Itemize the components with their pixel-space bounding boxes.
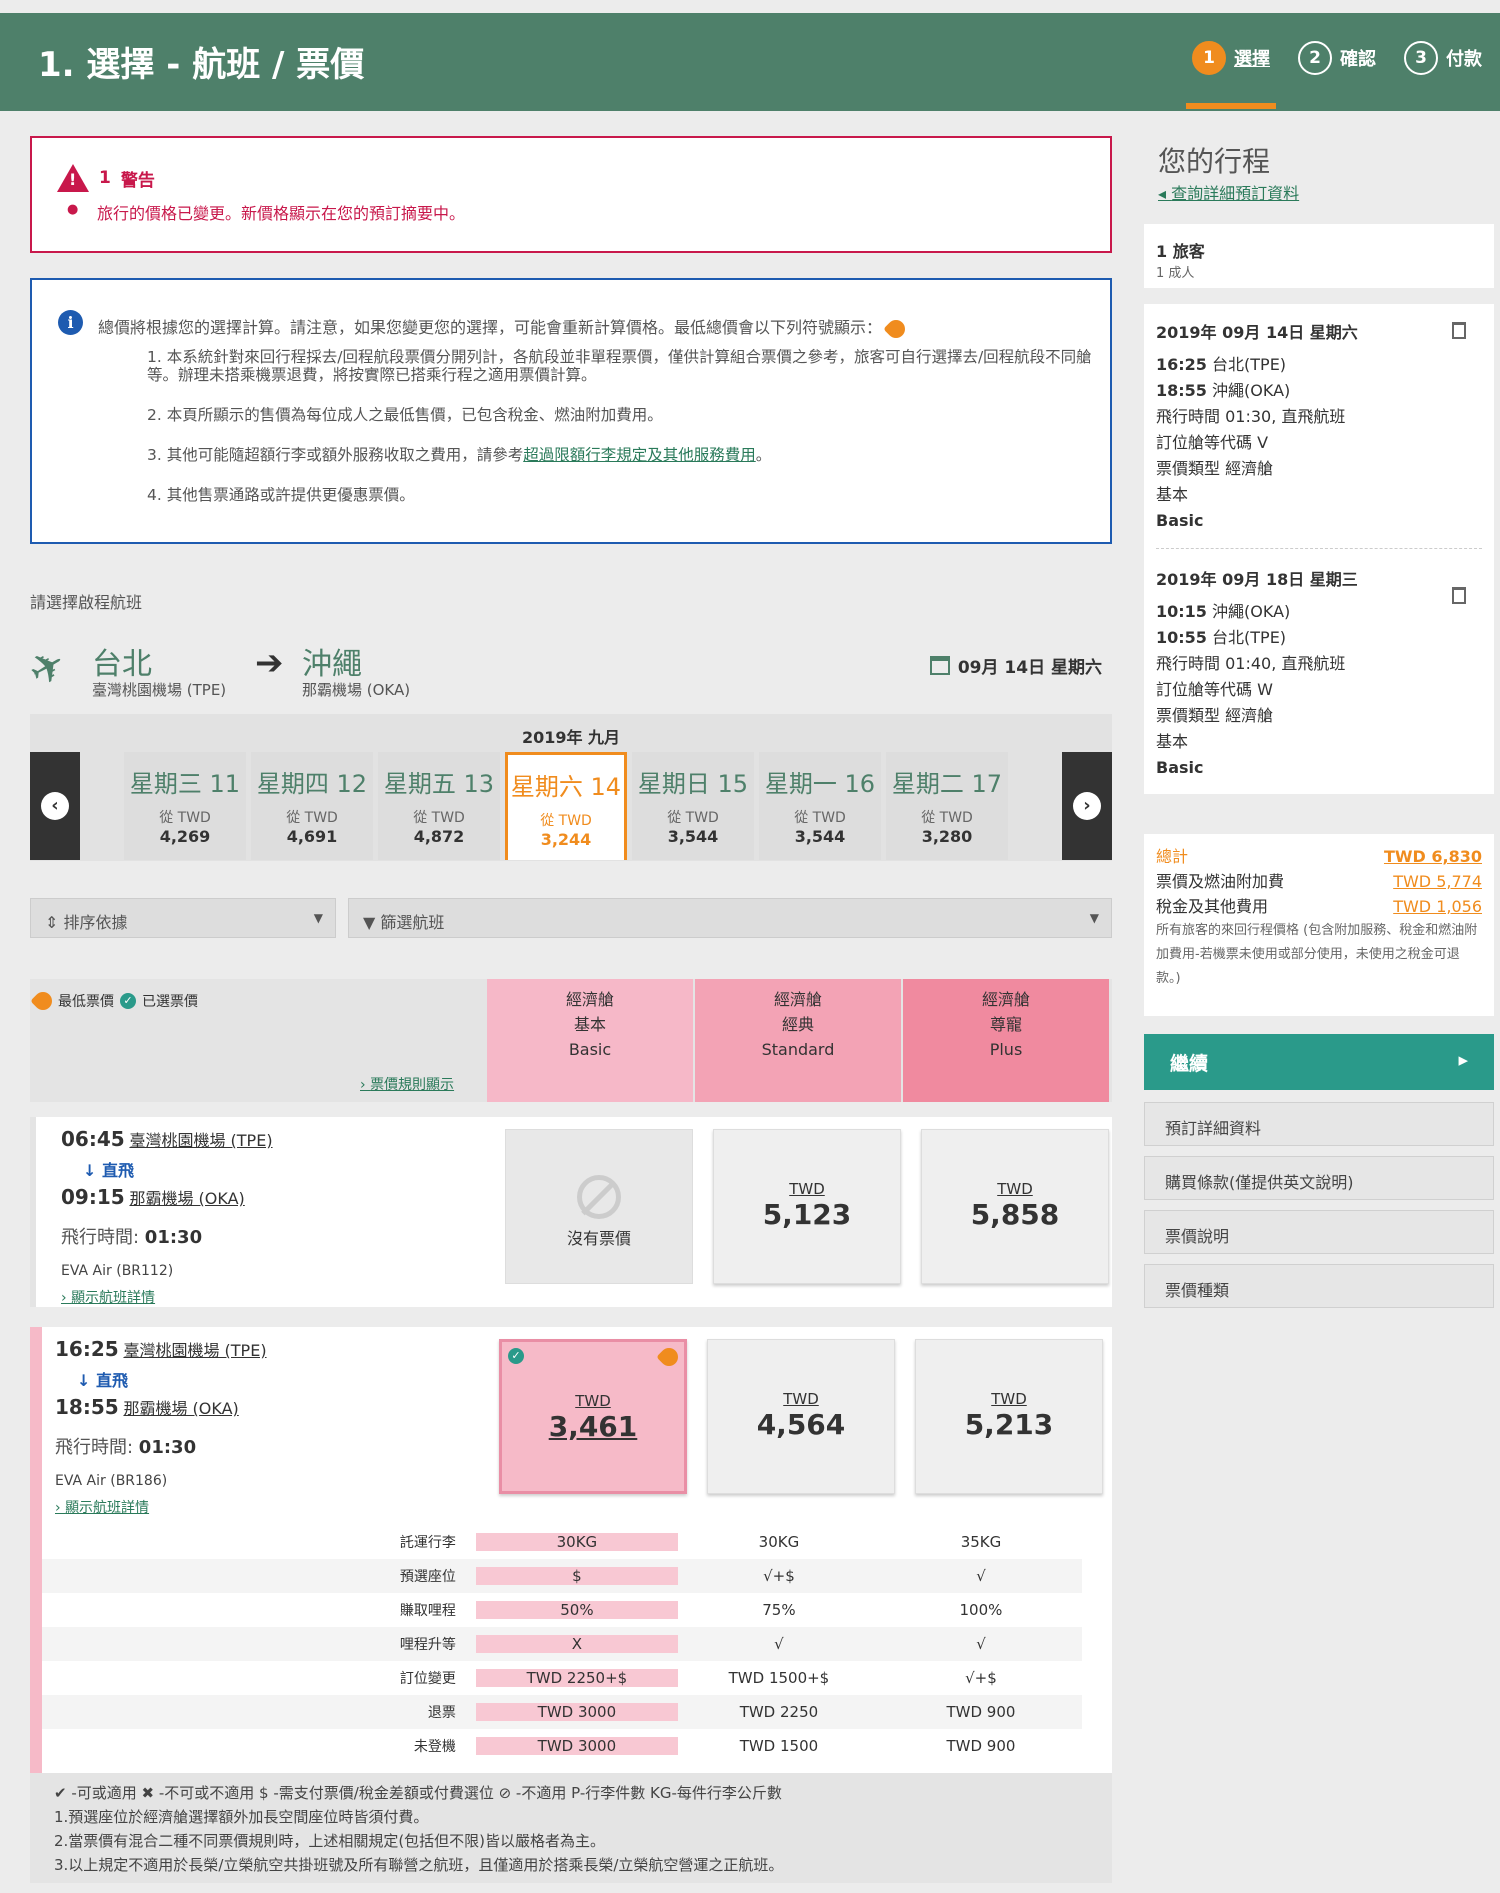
- fare-type-standard: 經濟艙 經典 Standard: [695, 979, 901, 1102]
- sort-dropdown[interactable]: ⇕ 排序依據 ▼: [30, 898, 336, 938]
- fare-option[interactable]: TWD 5,858: [921, 1129, 1109, 1284]
- next-dates-button[interactable]: ›: [1062, 752, 1112, 860]
- route-summary: ✈ 台北 臺灣桃園機場 (TPE) ➔ 沖繩 那霸機場 (OKA) 09月 14…: [19, 637, 1102, 699]
- fare-types-button[interactable]: 票價種類: [1144, 1264, 1494, 1308]
- delete-icon[interactable]: [1452, 322, 1466, 339]
- section-label: 請選擇啟程航班: [30, 593, 143, 612]
- info-box: i 總價將根據您的選擇計算。請注意，如果您變更您的選擇，可能會重新計算價格。最低…: [30, 278, 1112, 544]
- step-confirm[interactable]: 2 確認: [1298, 41, 1376, 75]
- fare-header: 最低票價 ✓ 已選票價 › 票價規則顯示 經濟艙 基本 Basic 經濟艙 經典 Sta…: [30, 979, 1112, 1102]
- chevron-left-icon: ‹: [41, 792, 69, 820]
- arrow-right-icon: ➔: [255, 643, 284, 683]
- caret-down-icon: ▼: [1089, 911, 1099, 925]
- purchase-terms-button[interactable]: 購買條款(僅提供英文說明): [1144, 1156, 1494, 1200]
- lowest-price-tag-icon: [883, 315, 909, 342]
- date-cell[interactable]: 星期日 15 從 TWD 3,544: [632, 752, 754, 860]
- chevron-right-icon: ›: [1073, 792, 1101, 820]
- warning-icon: !: [57, 164, 89, 192]
- sidebar-title: 您的行程: [1158, 145, 1271, 178]
- plane-icon: ✈: [19, 637, 75, 698]
- caret-down-icon: ▼: [313, 911, 323, 925]
- info-icon: i: [58, 310, 83, 335]
- fare-type-plus: 經濟艙 尊寵 Plus: [903, 979, 1109, 1102]
- itinerary-legs: 2019年 09月 14日 星期六 16:25 台北(TPE) 18:55 沖繩…: [1144, 304, 1494, 794]
- fare-rules-link[interactable]: › 票價規則顯示: [360, 1074, 454, 1094]
- fare-option-unavailable: 沒有票價: [505, 1129, 693, 1284]
- fare-explanation-button[interactable]: 票價說明: [1144, 1210, 1494, 1254]
- fare-notes: ✔ -可或適用 ✖ -不可或不適用 $ -需支付票價/稅金差額或付費選位 ⊘ -…: [30, 1773, 1112, 1883]
- date-cell[interactable]: 星期一 16 從 TWD 3,544: [759, 752, 881, 860]
- calendar-icon: [929, 656, 950, 675]
- header-bar: 1. 選擇 - 航班 / 票價 1 選擇 2 確認 3 付款: [0, 13, 1500, 111]
- progress-steps: 1 選擇 2 確認 3 付款: [1186, 41, 1482, 109]
- continue-button[interactable]: 繼續 ▸: [1144, 1034, 1494, 1090]
- fare-option-selected[interactable]: ✓ TWD 3,461: [499, 1339, 687, 1494]
- step-payment[interactable]: 3 付款: [1404, 41, 1482, 75]
- step-select[interactable]: 1 選擇: [1186, 41, 1276, 109]
- fare-option[interactable]: TWD 5,213: [915, 1339, 1103, 1494]
- fare-rules-table: 託運行李 30KG 30KG 35KG 預選座位 $ √+$ √ 賺取哩程 50% 75% 100…: [42, 1525, 1082, 1763]
- flight-row: 06:45 臺灣桃園機場 (TPE) ↓ 直飛 09:15 那霸機場 (OKA)…: [30, 1117, 1112, 1307]
- lowest-price-tag-icon: [30, 988, 56, 1014]
- booking-details-link[interactable]: ◂ 查詢詳細預訂資料: [1158, 180, 1480, 204]
- price-summary: 總計 TWD 6,830 票價及燃油附加費 TWD 5,774 稅金及其他費用 TWD…: [1144, 834, 1494, 1016]
- date-cell-selected[interactable]: 星期六 14 從 TWD 3,244: [505, 752, 627, 860]
- booking-details-button[interactable]: 預訂詳細資料: [1144, 1102, 1494, 1146]
- delete-icon[interactable]: [1452, 587, 1466, 604]
- prev-dates-button[interactable]: ‹: [30, 752, 80, 860]
- warning-message: 旅行的價格已變更。新價格顯示在您的預訂摘要中。: [67, 200, 465, 224]
- flight-details-link[interactable]: › 顯示航班詳情: [61, 1287, 273, 1307]
- fare-option[interactable]: TWD 4,564: [707, 1339, 895, 1494]
- filter-dropdown[interactable]: ▼ 篩選航班 ▼: [348, 898, 1112, 938]
- fare-type-basic: 經濟艙 基本 Basic: [487, 979, 693, 1102]
- check-icon: ✓: [508, 1348, 524, 1364]
- not-available-icon: [577, 1175, 621, 1219]
- lowest-price-tag-icon: [656, 1344, 682, 1370]
- filter-icon: ▼: [363, 913, 376, 932]
- flight-details-link[interactable]: › 顯示航班詳情: [55, 1497, 267, 1517]
- date-cell[interactable]: 星期四 12 從 TWD 4,691: [251, 752, 373, 860]
- arrow-down-icon: ↓: [77, 1371, 91, 1390]
- arrow-down-icon: ↓: [83, 1161, 97, 1180]
- date-carousel: 2019年 九月 星期三 11 從 TWD 4,269 星期四 12 從 TWD 4,6…: [30, 714, 1112, 861]
- date-cell[interactable]: 星期三 11 從 TWD 4,269: [124, 752, 246, 860]
- date-cell[interactable]: 星期二 17 從 TWD 3,280: [886, 752, 1008, 860]
- chevron-right-icon: ▸: [1458, 1049, 1468, 1071]
- fare-option[interactable]: TWD 5,123: [713, 1129, 901, 1284]
- date-cell[interactable]: 星期五 13 從 TWD 4,872: [378, 752, 500, 860]
- warning-box: ! 1 警告 旅行的價格已變更。新價格顯示在您的預訂摘要中。: [30, 136, 1112, 253]
- baggage-fees-link[interactable]: 超過限額行李規定及其他服務費用: [523, 446, 756, 464]
- check-icon: ✓: [120, 993, 136, 1009]
- page-title: 1. 選擇 - 航班 / 票價: [38, 45, 365, 85]
- info-list: 1. 本系統針對來回行程採去/回程航段票價分開列計，各航段並非單程票價，僅供計算…: [147, 348, 1092, 504]
